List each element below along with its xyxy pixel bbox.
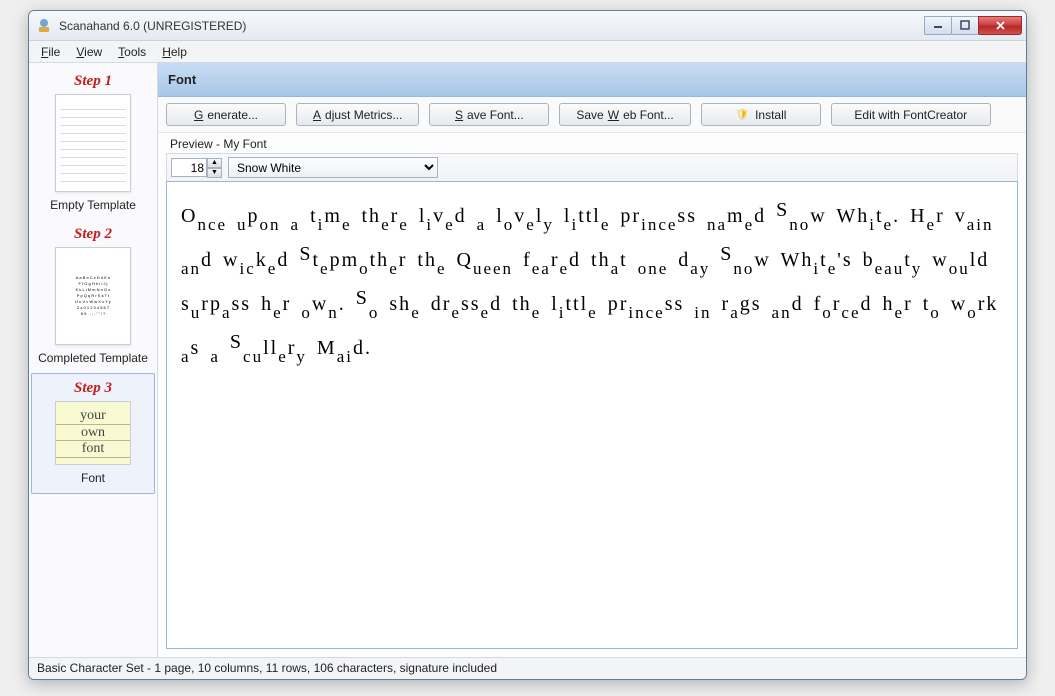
- window-controls: [925, 17, 1022, 35]
- step-1-title: Step 1: [33, 73, 153, 90]
- titlebar[interactable]: Scanahand 6.0 (UNREGISTERED): [29, 11, 1026, 41]
- step-3[interactable]: Step 3 your own font Font: [31, 373, 155, 494]
- close-button[interactable]: [978, 16, 1022, 35]
- step-2-label: Completed Template: [33, 351, 153, 365]
- uac-shield-icon: 🛡: [735, 108, 749, 121]
- font-size-spinner[interactable]: ▲ ▼: [171, 158, 222, 178]
- step-3-thumb: your own font: [55, 401, 131, 465]
- step-3-label: Font: [34, 471, 152, 485]
- window-title: Scanahand 6.0 (UNREGISTERED): [59, 19, 925, 33]
- step-1-label: Empty Template: [33, 198, 153, 212]
- step-1[interactable]: Step 1 Empty Template: [31, 67, 155, 220]
- preview-group: Preview - My Font ▲ ▼ Snow White: [166, 135, 1018, 649]
- app-icon: [35, 17, 53, 35]
- main-panel: Font Generate... Adjust Metrics... Save …: [158, 63, 1026, 657]
- save-web-font-button[interactable]: Save Web Font...: [559, 103, 690, 126]
- toolbar: Generate... Adjust Metrics... Save Font.…: [158, 97, 1026, 133]
- wizard-sidebar: Step 1 Empty Template Step 2 A a B b C c…: [29, 63, 158, 657]
- sample-text-combo[interactable]: Snow White: [228, 157, 438, 178]
- step-2[interactable]: Step 2 A a B b C c D d E e F f G g H h I…: [31, 220, 155, 373]
- preview-area[interactable]: Once upon a time there lived a lovely li…: [166, 181, 1018, 649]
- adjust-metrics-button[interactable]: Adjust Metrics...: [296, 103, 419, 126]
- menu-bar: File View Tools Help: [29, 41, 1026, 63]
- step-2-title: Step 2: [33, 226, 153, 243]
- menu-tools[interactable]: Tools: [110, 43, 154, 61]
- save-font-button[interactable]: Save Font...: [429, 103, 549, 126]
- spinner-down-icon[interactable]: ▼: [207, 168, 222, 178]
- install-button[interactable]: 🛡Install: [701, 103, 821, 126]
- menu-file[interactable]: File: [33, 43, 68, 61]
- preview-label: Preview - My Font: [166, 135, 1018, 153]
- preview-controls: ▲ ▼ Snow White: [166, 153, 1018, 181]
- maximize-button[interactable]: [951, 16, 979, 35]
- font-size-input[interactable]: [171, 158, 207, 177]
- generate-button[interactable]: Generate...: [166, 103, 286, 126]
- app-window: Scanahand 6.0 (UNREGISTERED) File View T…: [28, 10, 1027, 680]
- step-2-thumb: A a B b C c D d E e F f G g H h I i J j …: [55, 247, 131, 345]
- step-3-title: Step 3: [34, 380, 152, 397]
- menu-view[interactable]: View: [68, 43, 110, 61]
- status-bar: Basic Character Set - 1 page, 10 columns…: [29, 657, 1026, 679]
- minimize-button[interactable]: [924, 16, 952, 35]
- spinner-up-icon[interactable]: ▲: [207, 158, 222, 168]
- preview-text: Once upon a time there lived a lovely li…: [181, 194, 1003, 370]
- step-1-thumb: [55, 94, 131, 192]
- menu-help[interactable]: Help: [154, 43, 195, 61]
- edit-fontcreator-button[interactable]: Edit with FontCreator: [831, 103, 991, 126]
- section-header: Font: [158, 63, 1026, 97]
- sample-text-select[interactable]: Snow White: [228, 157, 438, 178]
